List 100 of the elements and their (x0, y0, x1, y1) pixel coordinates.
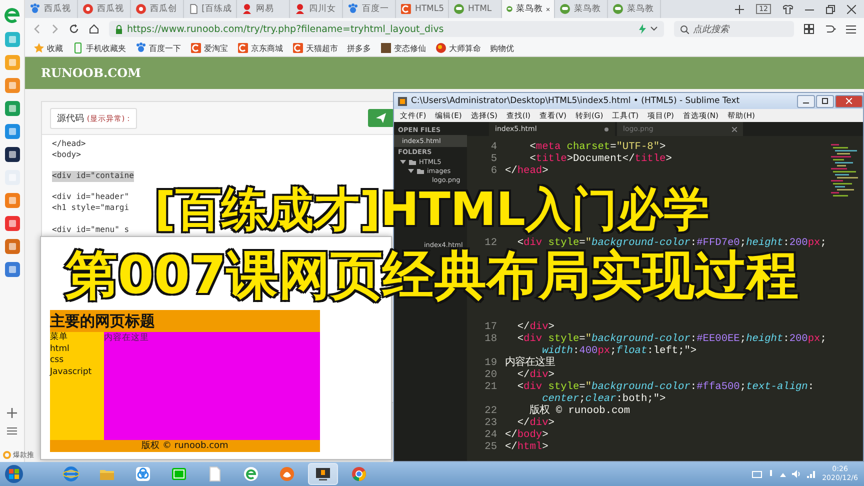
address-field[interactable]: https://www.runoob.com/try/try.php?filename=tryhtml_layout_divs (109, 21, 664, 37)
line-number: 6 (490, 165, 498, 177)
plus-icon[interactable] (7, 408, 17, 418)
code-line: width:400px;float:left;"> (542, 345, 697, 357)
line-number: 20 (484, 369, 498, 381)
close-button[interactable] (835, 94, 863, 108)
code-line: <div id="menu" s (52, 224, 130, 236)
code-line: 版权 © runoob.com (528, 405, 630, 417)
back-icon[interactable] (33, 24, 41, 34)
smiley-icon (453, 3, 465, 15)
keyboard-icon[interactable] (752, 470, 762, 478)
ring-icon (3, 451, 11, 459)
e-logo-icon (243, 466, 259, 482)
smiley-icon (506, 3, 513, 15)
line-number: 18 (484, 333, 498, 345)
page-icon (188, 3, 199, 15)
code-line: </div> (516, 321, 554, 333)
forward-icon[interactable] (51, 24, 59, 34)
close-icon[interactable] (732, 126, 737, 132)
undo-icon[interactable] (824, 24, 836, 34)
code-line: <div style="background-color:#ffa500;text-align: (516, 381, 814, 393)
pen-icon[interactable] (768, 470, 774, 478)
taskbar-button[interactable] (308, 463, 338, 485)
ball-icon (435, 42, 447, 54)
code-line: <div id="header" (52, 192, 130, 204)
menu-icon[interactable] (846, 24, 856, 34)
person-icon (294, 3, 306, 15)
menu-heading: 菜单 (50, 332, 68, 344)
line-number: 25 (484, 441, 498, 453)
grid-icon[interactable] (804, 24, 814, 34)
paw-icon (135, 42, 147, 54)
restore-icon[interactable] (826, 4, 835, 14)
reload-icon[interactable] (69, 24, 79, 34)
bookmark-link[interactable]: 收藏 (33, 42, 63, 54)
bookmark-link[interactable]: 百度一下 (135, 42, 181, 54)
circle-logo-icon (351, 466, 367, 482)
line-number: 19 (484, 357, 498, 369)
content-text: 内容在这里 (104, 332, 149, 344)
footer-text: 版权 © runoob.com (142, 440, 228, 452)
pin-icon (135, 3, 147, 15)
tile-icon (380, 42, 392, 54)
person-icon (241, 3, 253, 15)
smiley-icon (559, 3, 571, 15)
code-line: </div> (516, 417, 554, 429)
up-arrow-icon[interactable] (780, 472, 786, 476)
paw-icon (347, 3, 359, 15)
e-logo-icon[interactable] (3, 6, 21, 24)
close-icon (846, 98, 852, 104)
code-line: </div> (516, 369, 554, 381)
run-button[interactable] (368, 109, 394, 127)
search-icon (680, 24, 689, 34)
code-line: center;clear:both;"> (542, 393, 666, 405)
code-line: <div style="background-color:#FFD7e0;height:200px; (516, 237, 826, 249)
code-line: <title>Document</title> (528, 153, 672, 165)
speaker-icon[interactable] (792, 470, 802, 478)
line-number: 24 (484, 429, 498, 441)
plus-icon[interactable] (735, 4, 744, 14)
bookmark-link[interactable]: 拼多多 (347, 42, 371, 54)
minimize-button[interactable] (797, 94, 815, 108)
fox-icon (279, 466, 295, 482)
app-icon[interactable] (4, 147, 20, 162)
bookmark-link[interactable]: 天猫超市 (292, 42, 338, 54)
list-icon[interactable] (7, 426, 17, 436)
search-field[interactable]: 点此搜索 (674, 21, 794, 37)
code-line: </body> (505, 429, 548, 441)
chevron-down-icon[interactable] (650, 26, 658, 32)
close-icon[interactable] (546, 6, 550, 12)
document-icon (207, 466, 223, 482)
bookmark-link[interactable]: 爱淘宝 (190, 42, 228, 54)
bookmark-link[interactable]: 大师算命 (435, 42, 481, 54)
send-icon (376, 113, 386, 123)
maximize-button[interactable] (816, 94, 834, 108)
line-number: 22 (484, 405, 498, 417)
close-icon[interactable] (847, 4, 856, 14)
tv-icon (171, 466, 187, 482)
code-line: <meta charset="UTF-8"> (528, 141, 666, 153)
lock-icon (115, 24, 123, 34)
home-icon[interactable] (89, 24, 99, 34)
maximize-icon (822, 98, 828, 104)
code-line: <div style="background-color:#EE00EE;height:200px; (516, 333, 826, 345)
pin-icon (82, 3, 94, 15)
line-number: 4 (490, 141, 498, 153)
shirt-icon[interactable] (783, 4, 793, 14)
browser-tab[interactable]: 菜鸟教 (502, 0, 555, 18)
bookmark-link[interactable]: 购物优 (490, 42, 514, 54)
code-line: </head> (505, 165, 548, 177)
code-line: 内容在这里 (505, 357, 555, 369)
cloud-icon (135, 466, 151, 482)
bookmark-link[interactable]: 京东商城 (237, 42, 283, 54)
page-heading: 主要的网页标题 (50, 312, 155, 330)
bookmark-link[interactable]: 变态修仙 (380, 42, 426, 54)
start-button[interactable] (4, 464, 24, 484)
code-line: </html> (505, 441, 548, 453)
signal-icon[interactable] (807, 470, 816, 478)
star-icon (33, 42, 45, 54)
e-logo-icon (63, 466, 79, 482)
bookmark-link[interactable]: 手机收藏夹 (72, 42, 126, 54)
square-logo-icon (400, 3, 412, 15)
phone-icon (72, 42, 84, 54)
line-number: 12 (484, 237, 498, 249)
